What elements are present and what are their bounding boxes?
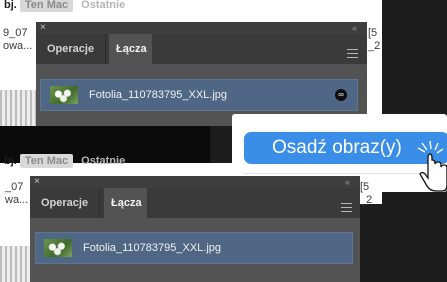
- link-icon: ∞: [335, 89, 347, 101]
- breadcrumb-top: bj. Ten Mac Ostatnie: [4, 0, 125, 12]
- tab-operations[interactable]: Operacje: [40, 34, 106, 64]
- side-text-line: owa...: [3, 40, 33, 52]
- image-thumbnail: [44, 239, 72, 257]
- tab-recent[interactable]: Ostatnie: [81, 0, 125, 11]
- file-name: Fotolia_110783795_XXL.jpg: [89, 89, 228, 101]
- right-fragment-top: [5 _2: [368, 27, 380, 53]
- side-text-line: wa...: [5, 194, 29, 206]
- close-icon[interactable]: ×: [40, 22, 46, 34]
- tab-recent[interactable]: Ostatnie: [81, 155, 125, 167]
- panel-menu-icon[interactable]: [347, 49, 358, 58]
- tab-links[interactable]: Łącza: [104, 188, 147, 218]
- collapse-icon[interactable]: ‹‹: [345, 176, 350, 188]
- file-name: Fotolia_110783795_XXL.jpg: [83, 242, 222, 254]
- tab-operations[interactable]: Operacje: [34, 188, 100, 218]
- breadcrumb-bottom: bj. Ten Mac Ostatnie: [4, 154, 125, 168]
- right-fragment-line: [5: [368, 27, 378, 39]
- preview-strip-bottom: [0, 246, 30, 282]
- panel-menu-icon[interactable]: [341, 203, 352, 212]
- preview-strip-top: [0, 90, 36, 126]
- file-row[interactable]: Fotolia_110783795_XXL.jpg ∞: [40, 79, 358, 111]
- right-fragment-line: [5: [360, 181, 370, 193]
- image-thumbnail: [50, 86, 78, 104]
- tab-links[interactable]: Łącza: [109, 34, 152, 64]
- tab-this-mac[interactable]: Ten Mac: [19, 154, 74, 168]
- crumb-label: bj.: [4, 0, 17, 11]
- crumb-label: bj.: [4, 155, 17, 167]
- file-row[interactable]: Fotolia_110783795_XXL.jpg: [35, 232, 353, 264]
- links-panel-top: × ‹‹ Operacje Łącza Fotolia_110783795_XX…: [36, 22, 367, 126]
- right-fragment-line: _2: [360, 194, 373, 206]
- links-panel-bottom: × ‹‹ Operacje Łącza Fotolia_110783795_XX…: [30, 176, 360, 282]
- side-text-line: 9_07: [3, 27, 28, 39]
- side-text-line: _07: [5, 181, 24, 193]
- close-icon[interactable]: ×: [34, 176, 40, 188]
- side-text-bottom: _07 wa...: [5, 181, 28, 207]
- right-fragment-bottom: [5 _2: [360, 181, 372, 207]
- hand-pointer-icon: [417, 140, 447, 192]
- right-fragment-line: _2: [368, 40, 381, 52]
- panel-topbar: [30, 176, 360, 188]
- collapse-icon[interactable]: ‹‹: [352, 22, 357, 34]
- panel-topbar: [36, 22, 367, 34]
- tab-this-mac[interactable]: Ten Mac: [19, 0, 74, 12]
- side-text-top: 9_07 owa...: [3, 27, 32, 53]
